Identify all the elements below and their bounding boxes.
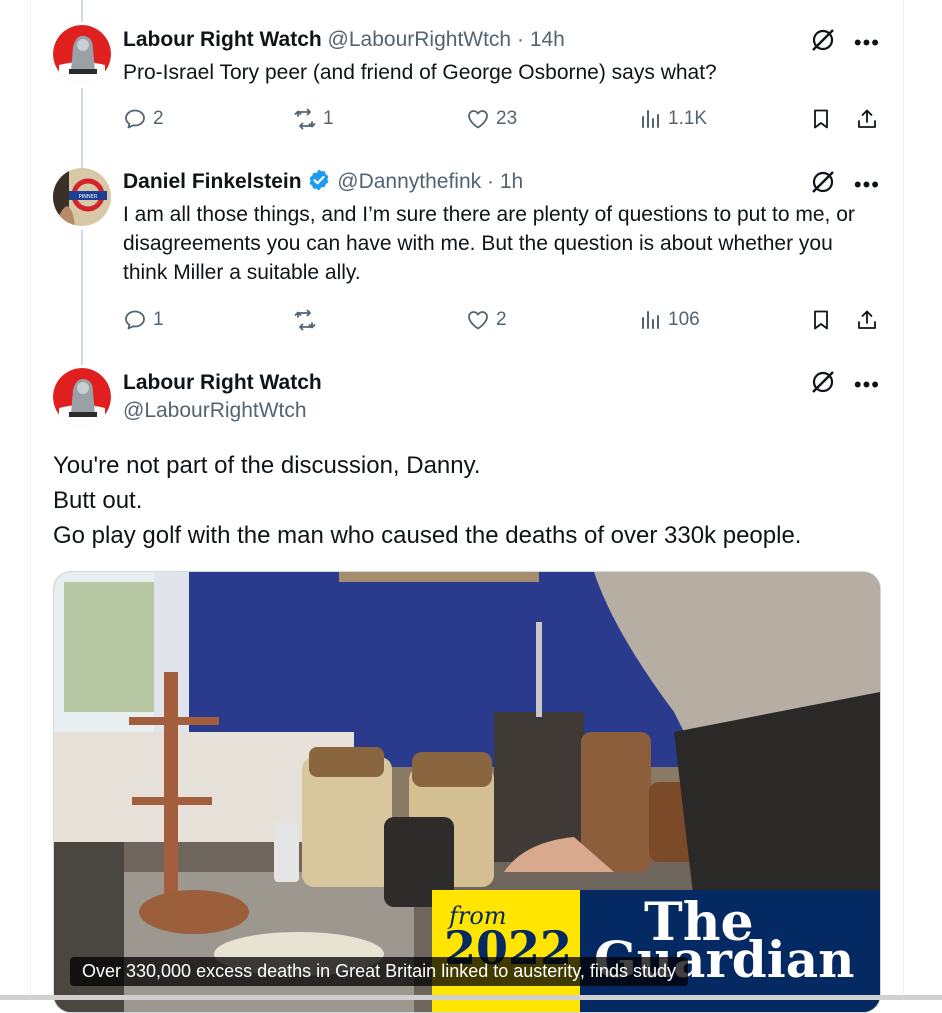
avatar-sign-text: PINNER — [79, 194, 98, 200]
bookmark-icon — [814, 109, 828, 129]
view-count: 1.1K — [668, 108, 708, 129]
author-handle[interactable]: @LabourRightWtch — [123, 397, 322, 425]
avatar[interactable] — [53, 25, 111, 83]
author-handle[interactable]: @Dannythefink — [337, 170, 481, 193]
like-icon — [468, 311, 488, 330]
grok-icon[interactable] — [810, 369, 836, 400]
reply-icon — [125, 109, 145, 129]
tweet-text-line: Butt out. — [53, 487, 143, 514]
separator-dot: · — [516, 28, 524, 51]
like-button[interactable]: 23 — [466, 104, 517, 134]
grok-icon[interactable] — [810, 27, 836, 58]
grok-icon[interactable] — [810, 169, 836, 200]
retweet-icon — [294, 108, 316, 130]
horizontal-scrollbar[interactable] — [0, 995, 942, 1000]
author-name[interactable]: Daniel Finkelstein — [123, 170, 302, 193]
reply-button[interactable]: 2 — [123, 104, 164, 134]
views-button[interactable]: 106 — [638, 305, 700, 335]
reply-count: 2 — [153, 108, 164, 129]
verified-badge-icon — [307, 168, 331, 200]
author-name[interactable]: Labour Right Watch — [123, 369, 322, 397]
more-icon[interactable]: ••• — [854, 31, 880, 53]
share-button[interactable] — [855, 104, 879, 134]
more-icon[interactable]: ••• — [854, 173, 880, 195]
tweet-text-line: You're not part of the discussion, Danny… — [53, 452, 481, 479]
retweet-count: 1 — [323, 108, 334, 129]
thread-line — [81, 230, 83, 365]
share-icon — [858, 310, 876, 329]
share-icon — [858, 109, 876, 128]
separator-dot: · — [487, 170, 494, 193]
column-border-left — [30, 0, 31, 1000]
tweet-header: Labour Right Watch @LabourRightWtch — [123, 369, 322, 425]
tweet-header: Daniel Finkelstein @Dannythefink · 1h — [123, 168, 523, 200]
like-icon — [468, 110, 488, 129]
like-count: 23 — [496, 108, 518, 129]
bookmark-icon — [814, 310, 828, 330]
author-name[interactable]: Labour Right Watch — [123, 28, 322, 51]
tweet-top-actions: ••• — [810, 27, 880, 58]
tweet-text-line: Go play golf with the man who caused the… — [53, 522, 802, 549]
avatar[interactable] — [53, 368, 111, 426]
column-border-right — [903, 0, 904, 1000]
views-button[interactable]: 1.1K — [638, 104, 707, 134]
reply-icon — [125, 310, 145, 330]
retweet-icon — [294, 309, 316, 331]
reply-button[interactable]: 1 — [123, 305, 164, 335]
tweet-top-actions: ••• — [810, 169, 880, 200]
link-card-caption[interactable]: Over 330,000 excess deaths in Great Brit… — [70, 957, 688, 986]
share-button[interactable] — [855, 305, 879, 335]
tweet-top-actions: ••• — [810, 369, 880, 400]
views-icon — [642, 110, 659, 128]
link-card-image[interactable]: from 2022 The Guardian — [53, 571, 881, 1013]
tweet-text: Pro-Israel Tory peer (and friend of Geor… — [123, 61, 717, 84]
bookmark-button[interactable] — [809, 305, 833, 335]
views-icon — [642, 311, 659, 329]
bookmark-button[interactable] — [809, 104, 833, 134]
tweet-time[interactable]: 14h — [530, 28, 565, 51]
tweet-text: I am all those things, and I’m sure ther… — [123, 203, 855, 284]
like-count: 2 — [496, 309, 507, 330]
author-handle[interactable]: @LabourRightWtch — [328, 28, 512, 51]
tweet-actions: 1 2 106 — [123, 305, 883, 335]
thread-line — [81, 0, 83, 22]
more-icon[interactable]: ••• — [854, 373, 880, 395]
reply-count: 1 — [153, 309, 164, 330]
tweet-actions: 2 1 23 1.1K — [123, 104, 883, 134]
tweet-text: You're not part of the discussion, Danny… — [53, 448, 801, 553]
retweet-button[interactable]: 1 — [293, 104, 334, 134]
retweet-button[interactable] — [293, 305, 323, 335]
thread-line — [81, 88, 83, 168]
tweet-header: Labour Right Watch @LabourRightWtch · 14… — [123, 26, 565, 54]
avatar[interactable]: PINNER — [53, 168, 111, 226]
tweet-time[interactable]: 1h — [500, 170, 523, 193]
like-button[interactable]: 2 — [466, 305, 507, 335]
view-count: 106 — [668, 309, 700, 330]
